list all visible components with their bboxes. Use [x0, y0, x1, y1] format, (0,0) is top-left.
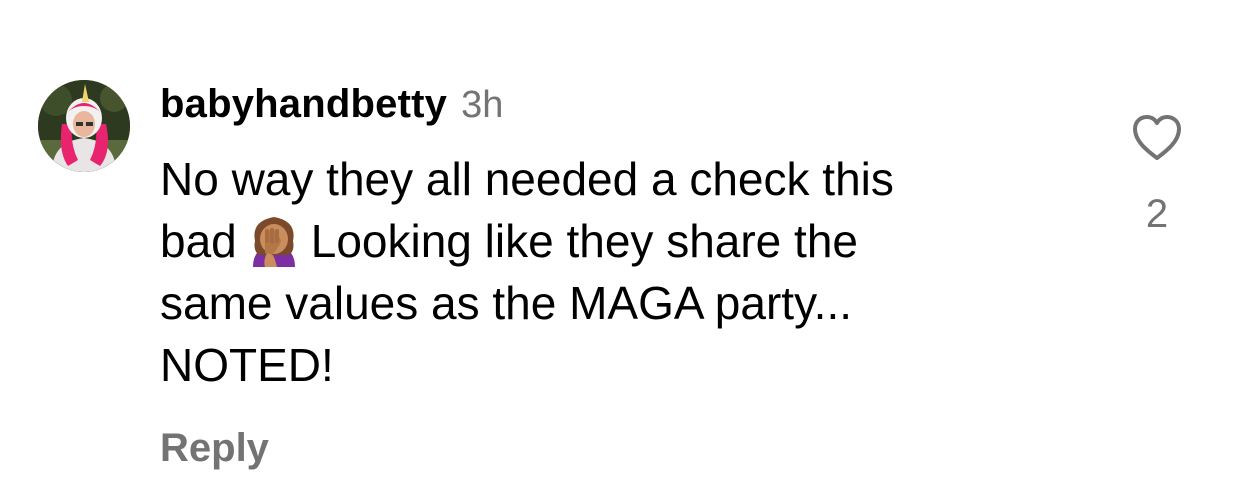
reply-button[interactable]: Reply	[160, 426, 269, 471]
comment-line-segment: Looking like they share the	[310, 215, 858, 267]
comment-line: No way they all needed a check this	[160, 153, 894, 205]
comment-item: babyhandbetty 3h No way they all needed …	[0, 0, 1242, 500]
like-count[interactable]: 2	[1120, 192, 1194, 237]
user-avatar-image	[38, 80, 130, 172]
like-section: 2	[1120, 114, 1194, 237]
avatar[interactable]	[38, 80, 130, 172]
heart-outline-icon[interactable]	[1131, 114, 1183, 162]
comment-header: babyhandbetty 3h	[160, 82, 503, 130]
username[interactable]: babyhandbetty	[160, 82, 447, 127]
comment-line: bad Looking like they share the	[160, 210, 1060, 272]
comment-line: same values as the MAGA party...	[160, 277, 852, 329]
timestamp: 3h	[461, 84, 504, 126]
woman-facepalming-emoji	[252, 217, 295, 267]
comment-line: NOTED!	[160, 339, 334, 391]
comment-text: No way they all needed a check this bad …	[160, 148, 1060, 396]
comment-line-segment: bad	[160, 215, 237, 267]
